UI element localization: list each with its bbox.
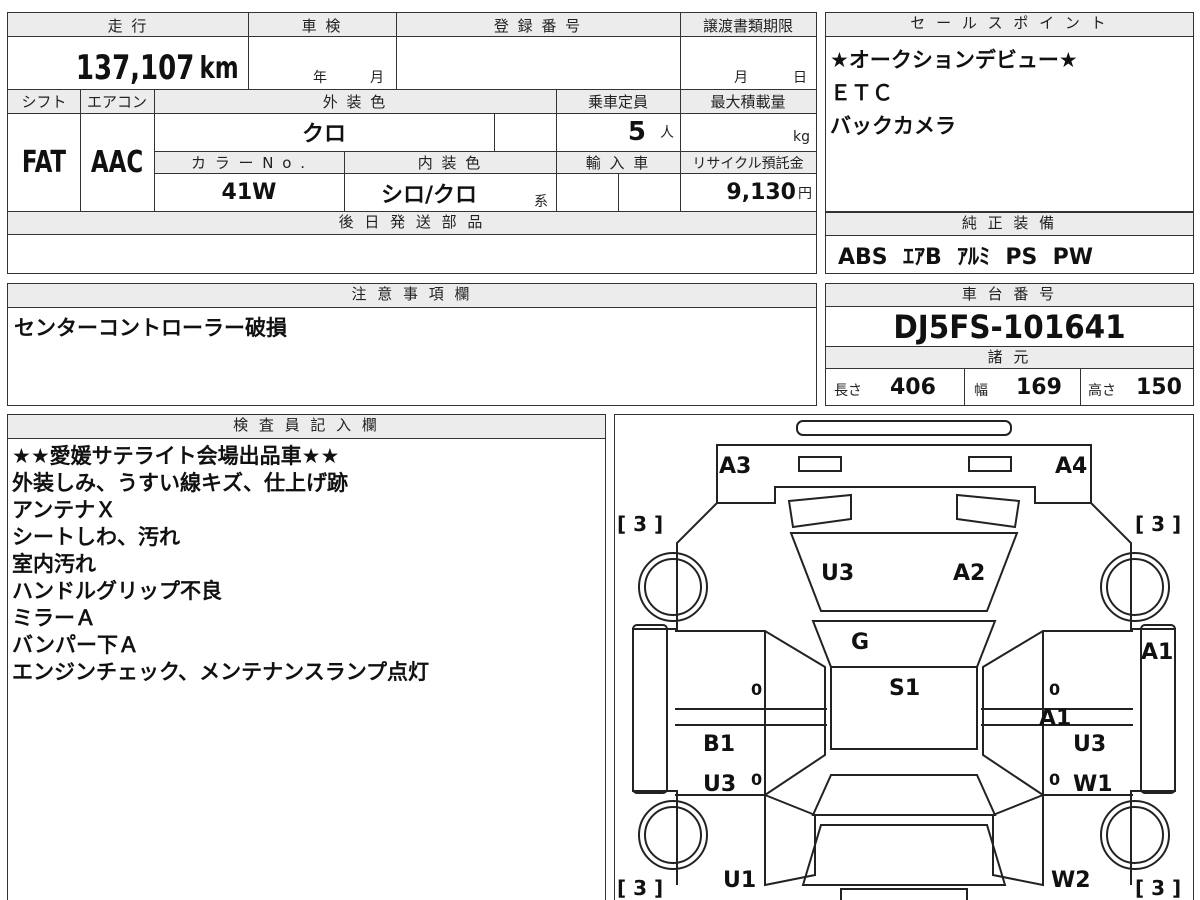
inspector-line: エンジンチェック、メンテナンスランプ点灯 (12, 660, 430, 684)
mileage-value: 137,107 (75, 48, 194, 88)
equipment-header: 純 正 装 備 (826, 213, 1193, 236)
color-no-label: カ ラ ー N o . (190, 154, 307, 172)
mark-zero: 0 (751, 770, 762, 789)
notes-box: 注 意 事 項 欄 センターコントローラー破損 (7, 283, 817, 406)
mark-g: G (851, 630, 869, 655)
transfer-day: 日 (793, 70, 807, 86)
mark-w2: W2 (1051, 868, 1091, 893)
recycle-value-cell: 9,130 円 (680, 174, 816, 211)
sales-point-line: バックカメラ (830, 114, 956, 138)
mark-a1-door: A1 (1039, 706, 1071, 731)
transfer-month: 月 (734, 70, 748, 86)
ac-label: エアコン (86, 93, 147, 111)
recycle-label: リサイクル預託金 (692, 155, 804, 172)
specs-header: 諸 元 (826, 347, 1193, 369)
damage-diagram-box: A3 A4 U3 A2 G S1 A1 A1 B1 U3 U3 W1 U1 W2… (614, 414, 1194, 900)
inspection-year: 年 (313, 70, 327, 86)
length-label: 長さ (834, 383, 862, 399)
height-value: 150 (1136, 375, 1182, 400)
tread-rear-left: [ 3 ] (617, 876, 663, 900)
tread-rear-right: [ 3 ] (1135, 876, 1181, 900)
color-no-value: 41W (221, 180, 277, 205)
shift-label: シフト (21, 93, 67, 111)
mileage-label: 走 行 (107, 16, 149, 35)
recycle-unit: 円 (798, 185, 812, 202)
chassis-box: 車 台 番 号 DJ5FS-101641 諸 元 長さ 406 幅 169 高さ… (825, 283, 1194, 406)
capacity-value: 5 (627, 117, 646, 147)
inspector-line: ミラーＡ (12, 606, 96, 630)
mark-a1-right: A1 (1141, 640, 1173, 665)
chassis-header: 車 台 番 号 (826, 284, 1193, 307)
inspection-month: 月 (370, 70, 384, 86)
mileage-unit: km (199, 50, 239, 86)
width-value: 169 (1016, 375, 1062, 400)
transfer-deadline-label: 譲渡書類期限 (702, 16, 793, 35)
notes-text: センターコントローラー破損 (14, 316, 287, 340)
registration-label: 登 録 番 号 (493, 16, 583, 35)
sales-point-line: ＥＴＣ (830, 81, 893, 105)
mark-a2: A2 (953, 561, 985, 586)
mark-w1: W1 (1073, 772, 1113, 797)
exterior-color-label: 外 装 色 (322, 93, 388, 111)
inspector-line: ★★愛媛サテライト会場出品車★★ (12, 444, 340, 468)
inspector-line: 室内汚れ (12, 552, 96, 576)
inspector-line: 外装しみ、うすい線キズ、仕上げ跡 (12, 471, 348, 495)
sales-points-box: セ ー ル ス ポ イ ン ト ★オークションデビュー★ ＥＴＣ バックカメラ (825, 12, 1194, 212)
mark-a4: A4 (1055, 454, 1087, 479)
max-load-unit: kg (793, 129, 810, 145)
mark-b1: B1 (703, 732, 735, 757)
tread-front-right: [ 3 ] (1135, 512, 1181, 536)
recycle-value: 9,130 (726, 180, 796, 205)
inspector-line: ハンドルグリップ不良 (12, 579, 222, 603)
equipment-box: 純 正 装 備 ABS ｴｱB ｱﾙﾐ PS PW (825, 212, 1194, 274)
inspector-line: アンテナＸ (12, 498, 117, 522)
interior-color-label: 内 装 色 (417, 154, 483, 172)
shift-value: FAT (21, 144, 67, 180)
interior-color-suffix: 系 (534, 194, 548, 210)
import-label: 輸 入 車 (585, 154, 651, 172)
ac-value: AAC (90, 144, 144, 180)
vehicle-info-table: 走 行 車 検 登 録 番 号 譲渡書類期限 137,107 km 年 月 月 … (7, 12, 817, 274)
sales-point-line: ★オークションデビュー★ (830, 48, 1078, 72)
inspector-notes-header: 検 査 員 記 入 欄 (8, 415, 605, 439)
width-label: 幅 (974, 383, 988, 399)
max-load-label: 最大積載量 (710, 93, 786, 111)
capacity-label: 乗車定員 (587, 93, 648, 111)
inspector-notes-box: 検 査 員 記 入 欄 ★★愛媛サテライト会場出品車★★ 外装しみ、うすい線キズ… (7, 414, 606, 900)
mark-u3-right: U3 (1073, 732, 1106, 757)
inspector-line: バンパー下Ａ (12, 633, 140, 657)
capacity-unit: 人 (660, 125, 674, 141)
inspection-label: 車 検 (301, 16, 343, 35)
chassis-number: DJ5FS-101641 (893, 308, 1126, 346)
exterior-color-value: クロ (301, 122, 346, 147)
mark-u3-left: U3 (703, 772, 736, 797)
mark-u3-hood: U3 (821, 561, 854, 586)
mark-zero: 0 (1049, 770, 1060, 789)
length-value: 406 (890, 375, 936, 400)
interior-color-value: シロ/クロ (380, 182, 478, 208)
sales-points-header: セ ー ル ス ポ イ ン ト (826, 13, 1193, 37)
mark-zero: 0 (751, 680, 762, 699)
later-parts-header: 後 日 発 送 部 品 (8, 212, 816, 235)
notes-header: 注 意 事 項 欄 (8, 284, 816, 308)
mark-zero: 0 (1049, 680, 1060, 699)
car-diagram: A3 A4 U3 A2 G S1 A1 A1 B1 U3 U3 W1 U1 W2… (617, 420, 1181, 900)
mark-a3: A3 (719, 454, 751, 479)
height-label: 高さ (1088, 383, 1116, 399)
equipment-value: ABS ｴｱB ｱﾙﾐ PS PW (838, 245, 1094, 270)
tread-front-left: [ 3 ] (617, 512, 663, 536)
mark-s1: S1 (889, 676, 920, 701)
capacity-value-cell: 5 人 (556, 113, 680, 151)
inspector-line: シートしわ、汚れ (12, 525, 180, 549)
mark-u1: U1 (723, 868, 756, 893)
